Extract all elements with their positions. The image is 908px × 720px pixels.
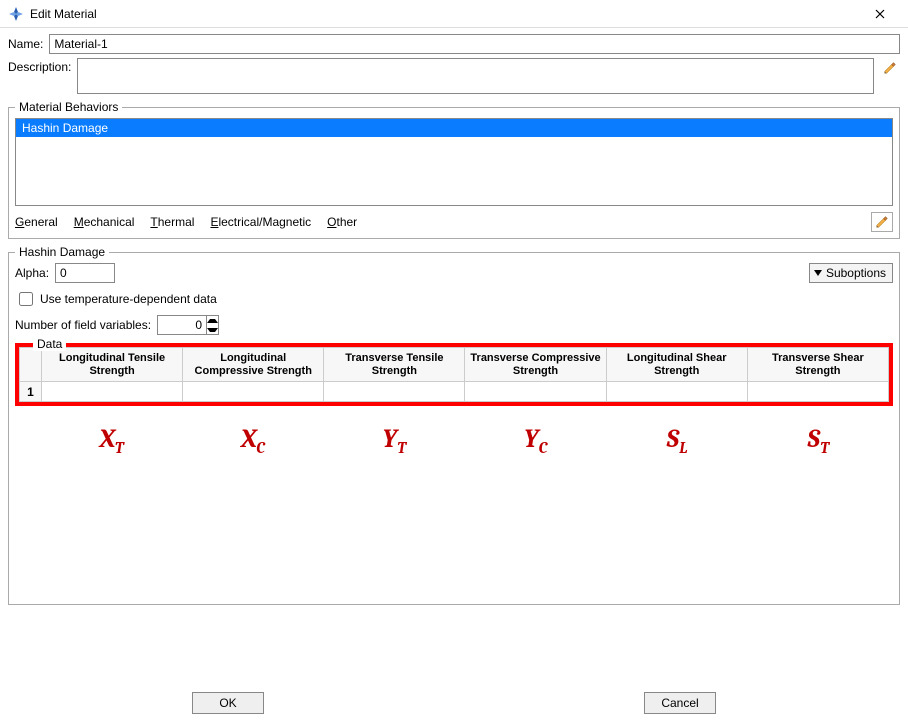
menu-general[interactable]: General bbox=[15, 215, 58, 229]
edit-description-button[interactable] bbox=[880, 58, 900, 78]
symbol-xc: XC bbox=[182, 424, 323, 457]
symbol-xt: XT bbox=[41, 424, 182, 457]
nfv-label: Number of field variables: bbox=[15, 318, 151, 332]
name-label: Name: bbox=[8, 37, 43, 51]
menu-thermal[interactable]: Thermal bbox=[150, 215, 194, 229]
col-header-1: Longitudinal Compressive Strength bbox=[183, 348, 324, 382]
behaviors-item-hashin[interactable]: Hashin Damage bbox=[16, 119, 892, 137]
cell-5[interactable] bbox=[747, 382, 888, 402]
symbol-sl: SL bbox=[606, 424, 747, 457]
title-bar: Edit Material bbox=[0, 0, 908, 28]
name-input[interactable] bbox=[49, 34, 900, 54]
data-highlight-box: Data Longitudinal Tensile Strength Longi… bbox=[15, 343, 893, 406]
hashin-legend: Hashin Damage bbox=[15, 245, 109, 259]
cell-1[interactable] bbox=[183, 382, 324, 402]
menu-electrical-magnetic[interactable]: Electrical/Magnetic bbox=[210, 215, 311, 229]
nfv-increment[interactable] bbox=[207, 316, 218, 325]
suboptions-label: Suboptions bbox=[826, 266, 886, 280]
cell-0[interactable] bbox=[42, 382, 183, 402]
behaviors-edit-button[interactable] bbox=[871, 212, 893, 232]
rownum-header bbox=[20, 348, 42, 382]
dialog-footer: OK Cancel bbox=[0, 692, 908, 714]
window-title: Edit Material bbox=[30, 7, 97, 21]
menu-other[interactable]: Other bbox=[327, 215, 357, 229]
col-header-2: Transverse Tensile Strength bbox=[324, 348, 465, 382]
alpha-label: Alpha: bbox=[15, 266, 49, 280]
material-behaviors-group: Material Behaviors Hashin Damage General… bbox=[8, 100, 900, 239]
col-header-3: Transverse Compressive Strength bbox=[465, 348, 606, 382]
app-icon bbox=[8, 6, 24, 22]
nfv-decrement[interactable] bbox=[207, 325, 218, 334]
chevron-down-icon bbox=[814, 270, 822, 276]
description-input[interactable] bbox=[77, 58, 874, 94]
suboptions-button[interactable]: Suboptions bbox=[809, 263, 893, 283]
close-button[interactable] bbox=[860, 0, 900, 28]
cancel-button[interactable]: Cancel bbox=[644, 692, 716, 714]
cell-2[interactable] bbox=[324, 382, 465, 402]
symbol-yc: YC bbox=[465, 424, 606, 457]
description-label: Description: bbox=[8, 60, 71, 74]
alpha-input[interactable] bbox=[55, 263, 115, 283]
data-table[interactable]: Longitudinal Tensile Strength Longitudin… bbox=[19, 347, 889, 402]
behaviors-listbox[interactable]: Hashin Damage bbox=[15, 118, 893, 206]
symbol-yt: YT bbox=[324, 424, 465, 457]
behavior-menubar: General Mechanical Thermal Electrical/Ma… bbox=[15, 212, 893, 232]
table-row[interactable]: 1 bbox=[20, 382, 889, 402]
cell-4[interactable] bbox=[606, 382, 747, 402]
use-temperature-checkbox[interactable] bbox=[19, 292, 33, 306]
symbol-st: ST bbox=[748, 424, 889, 457]
menu-mechanical[interactable]: Mechanical bbox=[74, 215, 135, 229]
data-legend: Data bbox=[33, 337, 66, 351]
annotation-symbols: XT XC YT YC SL ST bbox=[15, 424, 893, 457]
hashin-damage-group: Hashin Damage Alpha: Suboptions Use temp… bbox=[8, 245, 900, 605]
row-number: 1 bbox=[20, 382, 42, 402]
nfv-input[interactable] bbox=[158, 316, 206, 334]
col-header-5: Transverse Shear Strength bbox=[747, 348, 888, 382]
material-behaviors-legend: Material Behaviors bbox=[15, 100, 122, 114]
col-header-0: Longitudinal Tensile Strength bbox=[42, 348, 183, 382]
col-header-4: Longitudinal Shear Strength bbox=[606, 348, 747, 382]
cell-3[interactable] bbox=[465, 382, 606, 402]
nfv-spinner[interactable] bbox=[157, 315, 219, 335]
use-temperature-label: Use temperature-dependent data bbox=[40, 292, 217, 306]
ok-button[interactable]: OK bbox=[192, 692, 264, 714]
